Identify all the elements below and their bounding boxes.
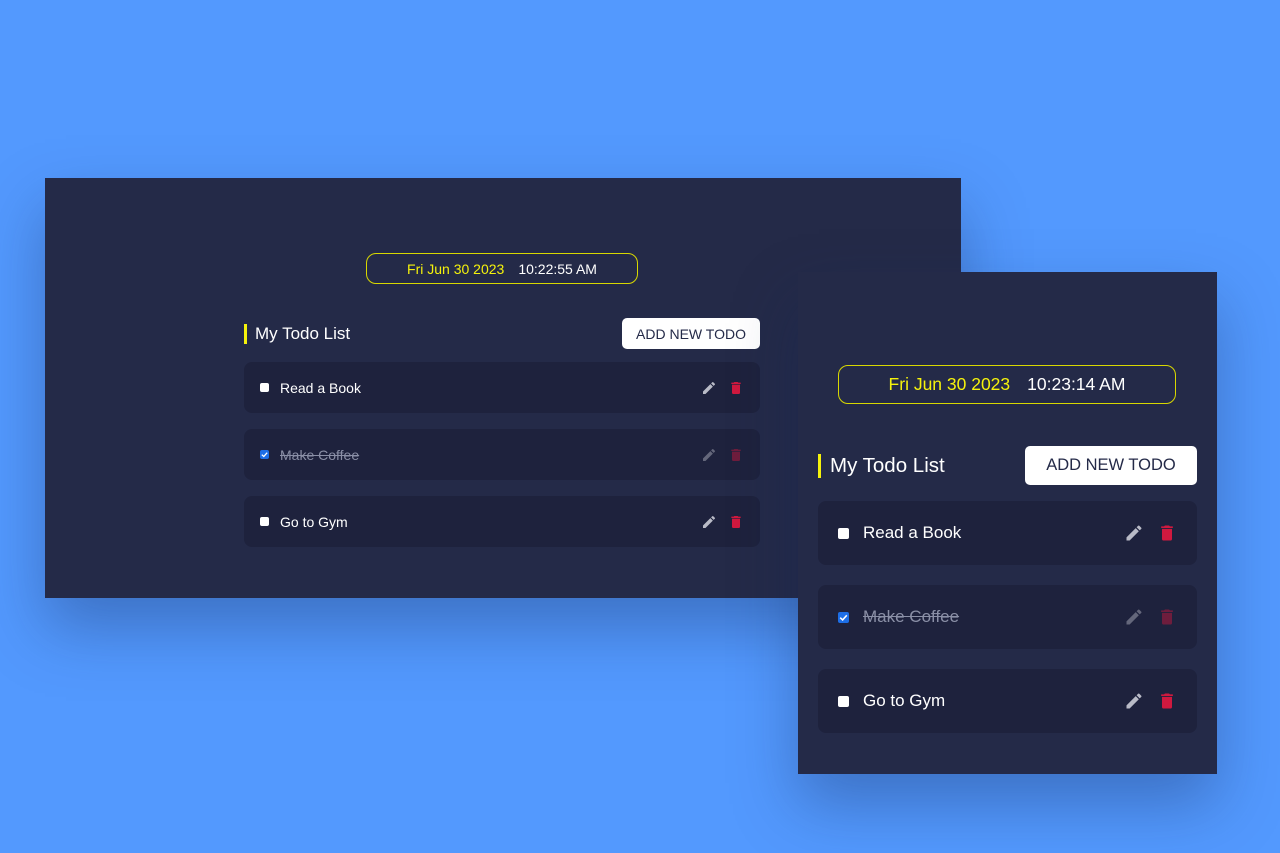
date-text: Fri Jun 30 2023 (888, 374, 1011, 394)
todo-checkbox[interactable] (260, 450, 269, 459)
todo-checkbox[interactable] (838, 611, 849, 623)
pencil-icon[interactable] (1124, 607, 1144, 627)
page-title: My Todo List (818, 453, 945, 478)
mobile-view-panel: Fri Jun 30 2023 10:23:14 AM My Todo List… (798, 272, 1217, 774)
todo-item: Make Coffee (244, 429, 760, 480)
trash-icon[interactable] (728, 380, 744, 396)
list-header: My Todo List ADD NEW TODO (244, 317, 760, 350)
pencil-icon[interactable] (1124, 691, 1144, 711)
todo-checkbox[interactable] (260, 383, 269, 392)
page-title: My Todo List (244, 323, 350, 344)
todo-text: Make Coffee (280, 446, 360, 463)
add-new-todo-button[interactable]: ADD NEW TODO (622, 318, 760, 349)
date-time-display: Fri Jun 30 2023 10:22:55 AM (366, 253, 638, 284)
pencil-icon[interactable] (701, 514, 717, 530)
todo-item: Read a Book (244, 362, 760, 413)
add-new-todo-button[interactable]: ADD NEW TODO (1025, 446, 1197, 485)
todo-item: Go to Gym (818, 669, 1197, 733)
checkmark-icon (261, 452, 268, 458)
pencil-icon[interactable] (701, 380, 717, 396)
todo-text: Go to Gym (863, 691, 946, 710)
todo-item: Read a Book (818, 501, 1197, 565)
time-text: 10:23:14 AM (1027, 374, 1126, 394)
checkmark-icon (839, 614, 848, 621)
date-text: Fri Jun 30 2023 (407, 260, 505, 277)
todo-item: Make Coffee (818, 585, 1197, 649)
date-time-display: Fri Jun 30 2023 10:23:14 AM (838, 365, 1176, 404)
trash-icon[interactable] (728, 514, 744, 530)
pencil-icon[interactable] (1124, 523, 1144, 543)
todo-checkbox[interactable] (260, 517, 269, 526)
trash-icon[interactable] (1157, 691, 1177, 711)
todo-checkbox[interactable] (838, 695, 849, 707)
todo-text: Read a Book (280, 379, 361, 396)
todo-text: Read a Book (863, 523, 962, 542)
trash-icon[interactable] (1157, 523, 1177, 543)
todo-text: Make Coffee (863, 607, 960, 626)
trash-icon[interactable] (1157, 607, 1177, 627)
list-header: My Todo List ADD NEW TODO (818, 446, 1197, 485)
pencil-icon[interactable] (701, 447, 717, 463)
todo-item: Go to Gym (244, 496, 760, 547)
trash-icon[interactable] (728, 447, 744, 463)
todo-text: Go to Gym (280, 513, 348, 530)
todo-checkbox[interactable] (838, 527, 849, 539)
time-text: 10:22:55 AM (518, 260, 597, 277)
